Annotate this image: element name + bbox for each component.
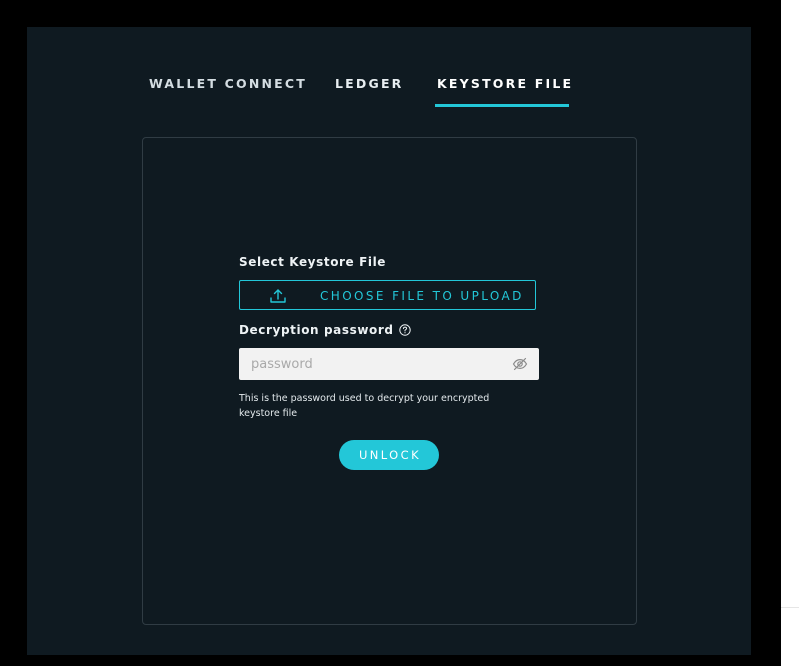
select-keystore-label: Select Keystore File	[239, 255, 387, 269]
eye-off-icon[interactable]	[512, 356, 528, 372]
decryption-password-text: Decryption password	[239, 323, 394, 337]
upload-icon	[270, 289, 286, 303]
choose-file-button[interactable]: CHOOSE FILE TO UPLOAD	[239, 280, 536, 310]
password-input[interactable]	[239, 348, 539, 380]
gutter-divider	[781, 607, 799, 608]
window-gutter	[781, 0, 799, 666]
decryption-password-label: Decryption password	[239, 323, 411, 337]
tab-keystore-file[interactable]: KEYSTORE FILE	[435, 76, 571, 107]
password-hint: This is the password used to decrypt you…	[239, 393, 490, 419]
unlock-button[interactable]: UNLOCK	[339, 440, 439, 470]
tab-wallet-connect[interactable]: WALLET CONNECT	[149, 76, 307, 107]
question-circle-icon[interactable]	[398, 324, 411, 336]
choose-file-label: CHOOSE FILE TO UPLOAD	[320, 289, 524, 303]
keystore-card	[142, 137, 637, 625]
tab-ledger[interactable]: LEDGER	[335, 76, 404, 107]
